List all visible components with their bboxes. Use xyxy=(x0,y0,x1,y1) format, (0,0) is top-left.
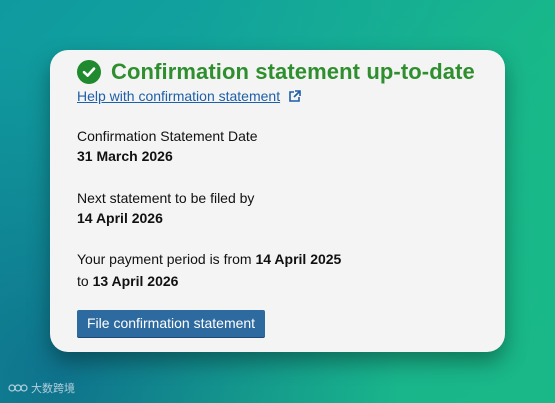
payment-period-section: Your payment period is from 14 April 202… xyxy=(77,248,479,292)
check-circle-icon xyxy=(77,60,101,84)
watermark: 大数跨境 xyxy=(8,380,75,396)
help-confirmation-statement-link[interactable]: Help with confirmation statement xyxy=(77,88,301,104)
payment-period-prefix: Your payment period is from xyxy=(77,251,252,267)
file-confirmation-statement-button[interactable]: File confirmation statement xyxy=(77,310,266,337)
statement-date-section: Confirmation Statement Date 31 March 202… xyxy=(77,126,479,166)
statement-date-value: 31 March 2026 xyxy=(77,148,173,164)
payment-period-to: 13 April 2026 xyxy=(92,273,179,289)
next-due-label: Next statement to be filed by xyxy=(77,190,255,206)
page-title: Confirmation statement up-to-date xyxy=(111,59,475,84)
payment-period-to-prefix: to xyxy=(77,273,89,289)
card-heading: Confirmation statement up-to-date xyxy=(77,58,479,86)
help-link-label: Help with confirmation statement xyxy=(77,88,281,104)
payment-period-from: 14 April 2025 xyxy=(255,251,342,267)
next-due-section: Next statement to be filed by 14 April 2… xyxy=(77,188,479,228)
statement-date-label: Confirmation Statement Date xyxy=(77,128,258,144)
next-due-value: 14 April 2026 xyxy=(77,210,163,226)
external-link-icon xyxy=(288,89,301,103)
watermark-logo-icon xyxy=(8,382,28,394)
watermark-text: 大数跨境 xyxy=(31,382,75,395)
confirmation-statement-card: Confirmation statement up-to-date Help w… xyxy=(50,50,505,352)
